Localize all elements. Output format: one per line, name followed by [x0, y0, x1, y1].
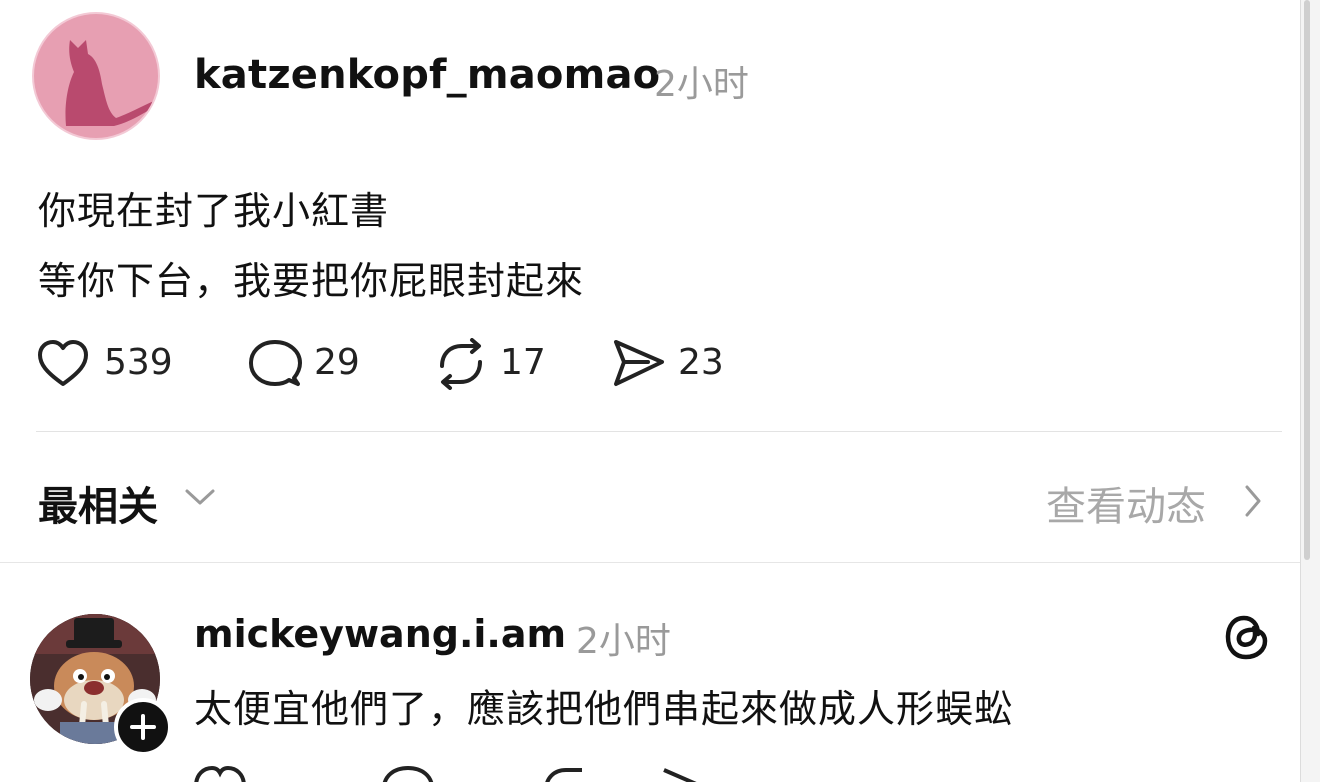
divider: [36, 431, 1282, 432]
repost-count: 17: [500, 342, 546, 383]
reply-text: 太便宜他們了，應該把他們串起來做成人形蜈蚣: [194, 687, 1014, 731]
repost-icon: [440, 338, 482, 390]
divider: [0, 562, 1300, 563]
reply-action-row: [190, 764, 810, 782]
reply-count: 29: [314, 342, 360, 383]
post-text-line-2: 等你下台，我要把你屁眼封起來: [38, 259, 585, 303]
post-author-avatar[interactable]: [32, 12, 160, 140]
scrollbar-track[interactable]: [1300, 0, 1320, 782]
post-timestamp: 2小时: [654, 64, 749, 105]
heart-icon: [38, 340, 88, 386]
send-icon: [614, 340, 664, 386]
scrollbar-thumb[interactable]: [1304, 0, 1310, 560]
follow-button[interactable]: [114, 698, 172, 756]
post-author-username[interactable]: katzenkopf_maomao: [194, 52, 660, 98]
chevron-down-icon[interactable]: [184, 486, 216, 508]
speech-bubble-icon[interactable]: [380, 764, 440, 782]
speech-bubble-icon: [249, 340, 302, 386]
view-activity-link[interactable]: 查看动态: [1046, 474, 1206, 532]
send-icon[interactable]: [660, 764, 720, 782]
cat-silhouette-icon: [65, 40, 156, 126]
plus-icon: [130, 714, 156, 740]
like-count: 539: [104, 342, 173, 383]
threads-post-page: katzenkopf_maomao 2小时 你現在封了我小紅書 等你下台，我要把…: [0, 0, 1320, 782]
threads-logo-icon[interactable]: [1224, 612, 1270, 662]
chevron-right-icon[interactable]: [1242, 484, 1264, 518]
reply-timestamp: 2小时: [576, 621, 671, 662]
share-count: 23: [678, 342, 724, 383]
repost-icon[interactable]: [540, 764, 600, 782]
sort-dropdown[interactable]: 最相关: [38, 474, 158, 532]
heart-icon[interactable]: [190, 764, 250, 782]
post-text-line-1: 你現在封了我小紅書: [38, 189, 390, 233]
reply-author-username[interactable]: mickeywang.i.am: [194, 612, 566, 656]
